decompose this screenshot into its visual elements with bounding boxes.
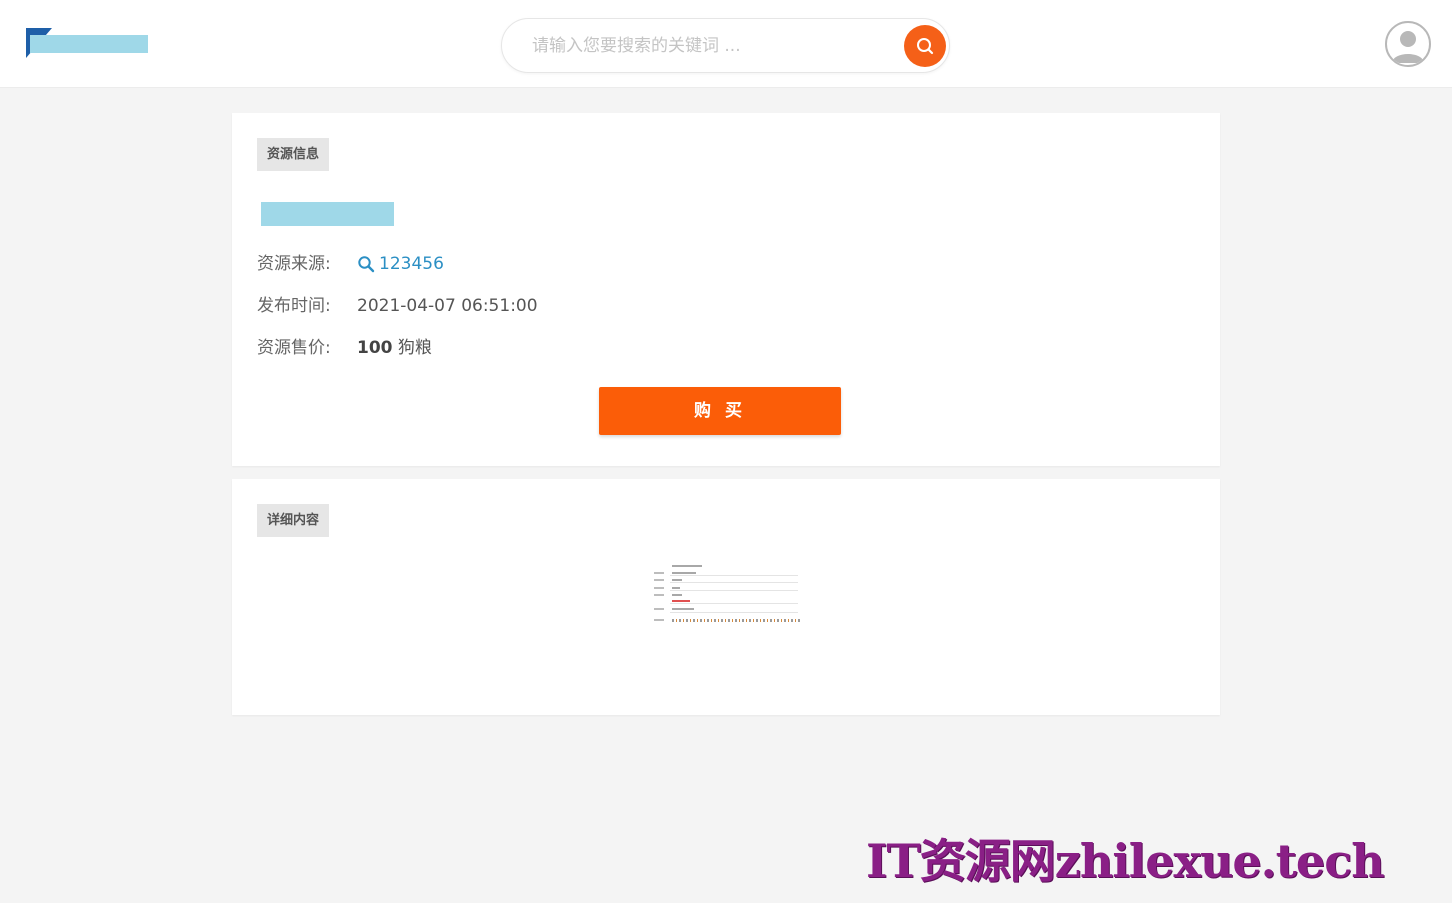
watermark-text: IT资源网zhilexue.tech: [866, 834, 1385, 888]
time-value: 2021-04-07 06:51:00: [357, 296, 538, 316]
buy-button[interactable]: 购 买: [599, 387, 841, 435]
detail-tag: 详细内容: [257, 504, 330, 537]
search-bar: [501, 18, 950, 73]
resource-info-card: 资源信息 资源来源: 123456 发布时间: 2021-04-07 06:51…: [232, 113, 1220, 466]
source-link[interactable]: 123456: [357, 252, 444, 276]
search-button[interactable]: [904, 25, 946, 67]
logo-blurred-text: [30, 35, 148, 53]
price-value: 100: [357, 338, 393, 358]
resource-info-tag: 资源信息: [257, 138, 330, 171]
resource-title-blurred: [261, 202, 394, 226]
site-logo[interactable]: [26, 28, 150, 60]
user-avatar-icon: [1392, 31, 1424, 63]
user-avatar-button[interactable]: [1385, 21, 1431, 67]
search-icon: [358, 256, 375, 273]
price-unit: 狗粮: [397, 338, 432, 358]
time-label: 发布时间:: [257, 296, 331, 316]
top-header: [0, 0, 1452, 88]
source-value: 123456: [379, 254, 444, 274]
search-icon: [917, 38, 934, 55]
detail-card: 详细内容: [232, 479, 1220, 715]
search-input[interactable]: [532, 33, 892, 59]
price-label: 资源售价:: [257, 338, 331, 358]
source-label: 资源来源:: [257, 254, 331, 274]
detail-screenshot-image: [650, 563, 802, 625]
